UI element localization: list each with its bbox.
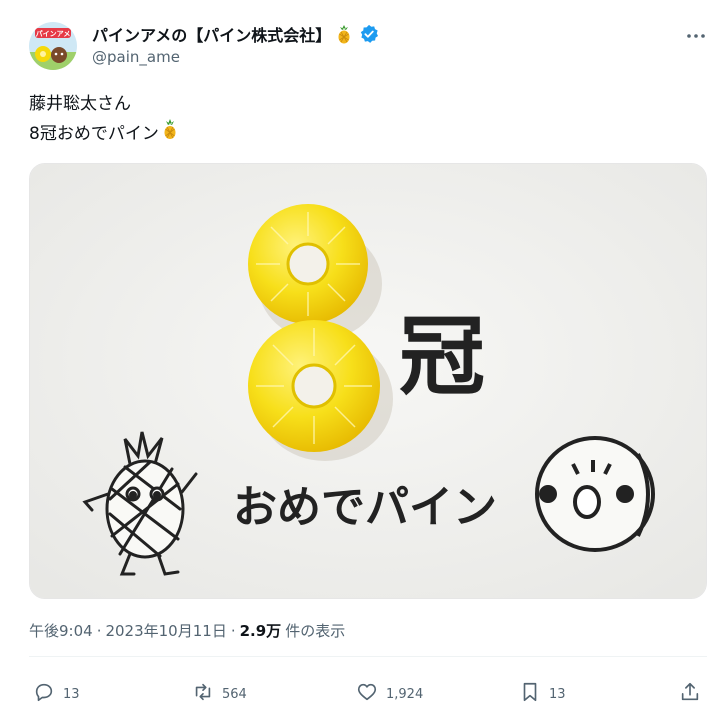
views-count[interactable]: 2.9万 — [240, 620, 282, 641]
retweet-count: 564 — [222, 686, 247, 702]
author-handle[interactable]: @pain_ame — [92, 48, 379, 66]
like-count: 1,924 — [386, 686, 424, 702]
share-icon — [679, 681, 701, 707]
pineapple-emoji-icon — [161, 118, 179, 149]
more-options-icon[interactable] — [680, 24, 712, 48]
tweet-text-line2: 8冠おめでパイン — [29, 123, 159, 144]
candy-ring-bottom — [248, 320, 380, 452]
meta-separator: · — [230, 621, 236, 640]
divider — [29, 656, 707, 657]
heart-icon — [356, 681, 378, 707]
tweet-photo[interactable]: 冠 おめでパイン — [29, 163, 707, 599]
tweet-text-line2-wrapper: 8冠おめでパイン — [29, 118, 179, 149]
tweet-text-line1: 藤井聡太さん — [29, 94, 131, 114]
retweet-button[interactable]: 564 — [192, 676, 247, 712]
author-avatar[interactable]: パインアメ — [29, 22, 77, 70]
tweet-text: 藤井聡太さん 8冠おめでパイン — [29, 90, 179, 149]
like-button[interactable]: 1,924 — [356, 676, 423, 712]
author-display-name[interactable]: パインアメの【パイン株式会社】 — [92, 22, 331, 46]
bookmark-button[interactable]: 13 — [519, 676, 566, 712]
meta-separator: · — [96, 621, 102, 640]
tweet-date[interactable]: 2023年10月11日 — [105, 620, 226, 641]
verified-badge-icon[interactable] — [359, 24, 379, 44]
reply-icon — [33, 681, 55, 707]
retweet-icon — [192, 681, 214, 707]
tweet-meta: 午後9:04 · 2023年10月11日 · 2.9万 件の表示 — [29, 620, 345, 641]
bookmark-icon — [519, 681, 541, 707]
reply-count: 13 — [63, 686, 80, 702]
bookmark-count: 13 — [549, 686, 566, 702]
image-kanji: 冠 — [399, 306, 485, 407]
tweet-time[interactable]: 午後9:04 — [29, 620, 93, 641]
pineapple-icon — [335, 24, 353, 44]
author-info: パインアメの【パイン株式会社】 @pain_ame — [92, 22, 379, 66]
candy-ring-top — [248, 204, 368, 324]
views-label: 件の表示 — [285, 622, 346, 640]
tweet-actions: 13 564 1,924 13 — [29, 676, 707, 712]
share-button[interactable] — [679, 676, 701, 712]
image-caption: おめでパイン — [233, 482, 497, 533]
reply-button[interactable]: 13 — [33, 676, 80, 712]
tweet-card: パインアメ パインアメの【パイン株式会社】 @pain_ame 藤井聡太さん 8… — [0, 0, 723, 724]
candy-face — [535, 436, 655, 552]
avatar-logo-text: パインアメ — [36, 29, 71, 38]
